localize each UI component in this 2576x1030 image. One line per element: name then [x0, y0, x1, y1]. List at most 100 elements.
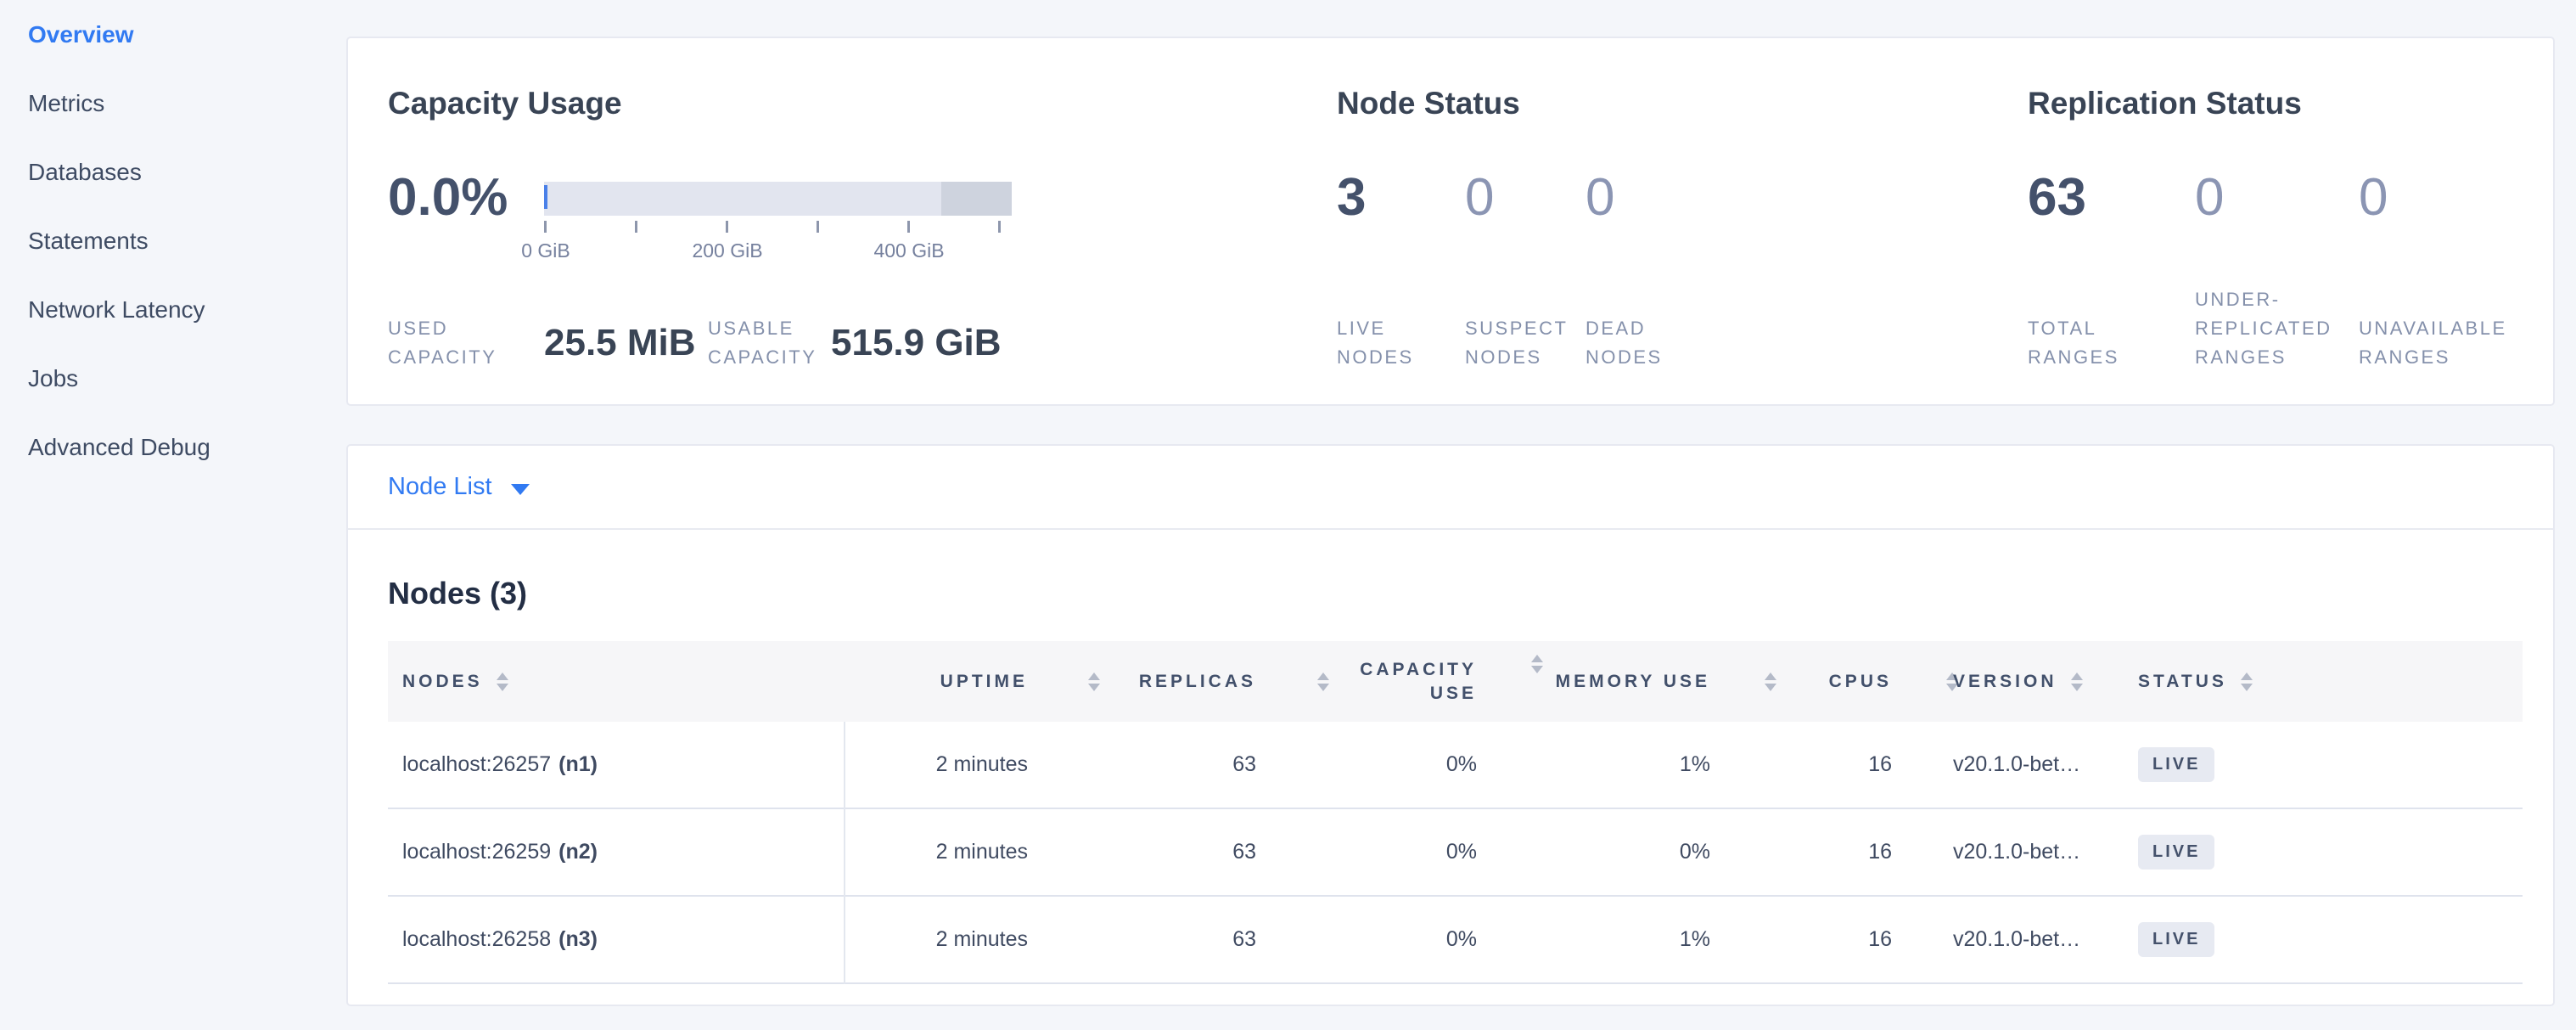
column-header-memory-use[interactable]: MEMORY USE [1509, 641, 1743, 722]
uptime-cell: 2 minutes [845, 722, 1066, 808]
status-badge: LIVE [2138, 922, 2214, 957]
node-id: (n1) [558, 752, 598, 777]
sidebar-item-metrics[interactable]: Metrics [28, 89, 210, 118]
live-nodes-label-line2: NODES [1337, 343, 1414, 372]
capacity-use-label-line2: USE [1360, 682, 1477, 706]
sidebar-item-advanced-debug[interactable]: Advanced Debug [28, 433, 210, 462]
capacity-bar-reserved-segment [941, 182, 1012, 216]
cpus-cell: 16 [1743, 722, 1924, 808]
table-column-divider [844, 722, 845, 984]
under-replicated-label-line2: REPLICATED [2195, 314, 2332, 343]
node-address-cell: localhost:26259 (n2) [388, 809, 845, 895]
axis-tick-label-200: 200 GiB [692, 239, 762, 262]
axis-tick [998, 221, 1001, 233]
table-header-row: NODES UPTIME REPLICAS CAPACITY USE MEMOR… [388, 641, 2523, 722]
memory-use-cell: 0% [1509, 809, 1743, 895]
column-header-replicas-label: REPLICAS [1139, 672, 1256, 692]
used-capacity-label-line2: CAPACITY [388, 343, 497, 372]
sort-icon [2241, 673, 2253, 691]
sidebar-item-network-latency[interactable]: Network Latency [28, 295, 210, 324]
sidebar-nav: Overview Metrics Databases Statements Ne… [28, 20, 210, 462]
cluster-summary-card: Capacity Usage 0.0% 0 GiB 200 GiB 400 Gi… [346, 37, 2555, 406]
usable-capacity-label-line1: USABLE [708, 314, 817, 343]
column-header-capacity-use[interactable]: CAPACITY USE [1295, 641, 1509, 722]
column-header-uptime[interactable]: UPTIME [845, 641, 1066, 722]
nodes-card: Node List Nodes (3) NODES UPTIME REPLICA… [346, 444, 2555, 1006]
total-ranges-label-line2: RANGES [2028, 343, 2119, 372]
column-header-status-label: STATUS [2138, 672, 2227, 692]
table-row[interactable]: localhost:26259 (n2) 2 minutes 63 0% 0% … [388, 809, 2523, 897]
capacity-use-cell: 0% [1295, 897, 1509, 982]
column-header-nodes[interactable]: NODES [388, 641, 845, 722]
dead-nodes-label-line1: DEAD [1585, 314, 1663, 343]
unavailable-ranges-label-line1: UNAVAILABLE [2359, 314, 2507, 343]
unavailable-ranges-label-line2: RANGES [2359, 343, 2507, 372]
version-cell: v20.1.0-bet… [1924, 809, 2124, 895]
under-replicated-ranges-count: 0 [2195, 170, 2224, 226]
suspect-nodes-label: SUSPECT NODES [1465, 314, 1568, 372]
column-header-nodes-label: NODES [402, 672, 483, 692]
suspect-nodes-label-line1: SUSPECT [1465, 314, 1568, 343]
cpus-cell: 16 [1743, 809, 1924, 895]
axis-tick-label-400: 400 GiB [873, 239, 944, 262]
capacity-use-cell: 0% [1295, 809, 1509, 895]
column-header-version-label: VERSION [1953, 672, 2057, 692]
suspect-nodes-count: 0 [1465, 170, 1494, 226]
column-header-replicas[interactable]: REPLICAS [1066, 641, 1295, 722]
total-ranges-count: 63 [2028, 170, 2086, 226]
sort-icon [497, 673, 508, 691]
cpus-cell: 16 [1743, 897, 1924, 982]
table-row[interactable]: localhost:26257 (n1) 2 minutes 63 0% 1% … [388, 722, 2523, 809]
column-header-cpus[interactable]: CPUS [1743, 641, 1924, 722]
node-address: localhost:26257 [402, 752, 551, 777]
replicas-cell: 63 [1066, 809, 1295, 895]
sidebar-item-overview[interactable]: Overview [28, 20, 210, 49]
node-address-cell: localhost:26258 (n3) [388, 897, 845, 982]
node-id: (n2) [558, 840, 598, 864]
column-header-status[interactable]: STATUS [2124, 641, 2523, 722]
suspect-nodes-label-line2: NODES [1465, 343, 1568, 372]
node-list-dropdown[interactable]: Node List [388, 473, 530, 501]
capacity-usage-title: Capacity Usage [388, 85, 622, 122]
usable-capacity-label: USABLE CAPACITY [708, 314, 817, 372]
axis-tick [817, 221, 819, 233]
dead-nodes-label: DEAD NODES [1585, 314, 1663, 372]
sidebar-item-statements[interactable]: Statements [28, 227, 210, 256]
under-replicated-label-line3: RANGES [2195, 343, 2332, 372]
sidebar-item-databases[interactable]: Databases [28, 158, 210, 187]
axis-tick [726, 221, 728, 233]
capacity-use-label-line1: CAPACITY [1360, 658, 1477, 682]
replication-status-title: Replication Status [2028, 85, 2302, 122]
axis-tick [544, 221, 547, 233]
status-badge: LIVE [2138, 747, 2214, 782]
node-status-title: Node Status [1337, 85, 1520, 122]
nodes-table: NODES UPTIME REPLICAS CAPACITY USE MEMOR… [388, 641, 2523, 984]
nodes-heading: Nodes (3) [388, 575, 527, 612]
column-header-version[interactable]: VERSION [1924, 641, 2124, 722]
table-row[interactable]: localhost:26258 (n3) 2 minutes 63 0% 1% … [388, 897, 2523, 984]
total-ranges-label-line1: TOTAL [2028, 314, 2119, 343]
unavailable-ranges-count: 0 [2359, 170, 2388, 226]
column-header-cpus-label: CPUS [1829, 672, 1892, 692]
node-id: (n3) [558, 927, 598, 952]
status-cell: LIVE [2124, 897, 2523, 982]
unavailable-ranges-label: UNAVAILABLE RANGES [2359, 314, 2507, 372]
capacity-bar-used-marker [544, 185, 547, 209]
dead-nodes-count: 0 [1585, 170, 1614, 226]
used-capacity-label-line1: USED [388, 314, 497, 343]
axis-tick [635, 221, 637, 233]
column-header-capacity-use-label: CAPACITY USE [1360, 658, 1477, 706]
uptime-cell: 2 minutes [845, 897, 1066, 982]
replicas-cell: 63 [1066, 897, 1295, 982]
used-capacity-value: 25.5 MiB [544, 323, 696, 363]
capacity-bar-chart [544, 182, 1012, 216]
uptime-cell: 2 minutes [845, 809, 1066, 895]
sidebar-item-jobs[interactable]: Jobs [28, 364, 210, 393]
used-capacity-label: USED CAPACITY [388, 314, 497, 372]
usable-capacity-label-line2: CAPACITY [708, 343, 817, 372]
capacity-percent: 0.0% [388, 170, 508, 226]
memory-use-cell: 1% [1509, 897, 1743, 982]
memory-use-cell: 1% [1509, 722, 1743, 808]
under-replicated-label-line1: UNDER- [2195, 285, 2332, 314]
under-replicated-ranges-label: UNDER- REPLICATED RANGES [2195, 285, 2332, 372]
